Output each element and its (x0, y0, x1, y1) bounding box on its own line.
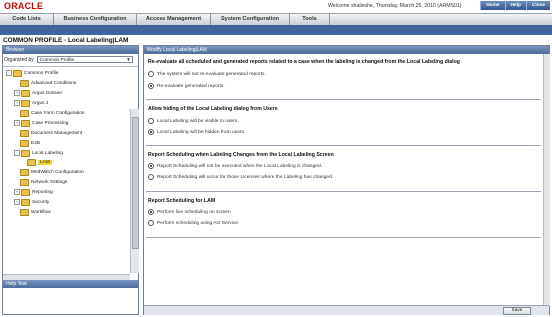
option-reevaluate[interactable]: Re-evaluate generated reports. (148, 83, 225, 89)
folder-icon (20, 168, 29, 176)
folder-icon (20, 178, 29, 186)
expand-icon[interactable]: + (14, 199, 20, 205)
top-header: ORACLE Welcome shaileshe, Thursday, Marc… (0, 0, 552, 12)
organized-by-value: Common Profile (39, 58, 75, 63)
section-divider (146, 145, 541, 146)
menu-tools[interactable]: Tools (290, 14, 330, 25)
section-title-report-scheduling-lam: Report Scheduling for LAM (148, 198, 216, 204)
sub-menu-bar (0, 25, 552, 35)
expand-icon[interactable]: + (14, 100, 20, 106)
tree-node-common-profile[interactable]: - Common Profile (6, 69, 58, 77)
modify-panel: Modify Local Labeling|LAM Re-evaluate al… (143, 45, 550, 315)
tree-vertical-scrollbar[interactable] (130, 109, 139, 273)
tree-node-case-processing[interactable]: + Case Processing (14, 119, 68, 127)
folder-icon (20, 109, 29, 117)
scrollbar-thumb[interactable] (132, 117, 139, 249)
tree-node-argus-dossier[interactable]: + Argus Dossier (14, 89, 62, 97)
radio-button[interactable] (148, 174, 154, 180)
tree-node-case-form-configuration[interactable]: Case Form Configuration (14, 109, 85, 117)
menu-code-lists[interactable]: Code Lists (0, 14, 54, 25)
tree-node-reporting[interactable]: + Reporting (14, 188, 53, 196)
help-link[interactable]: Help (504, 1, 526, 10)
folder-icon (21, 89, 30, 97)
section-title-reevaluate: Re-evaluate all scheduled and generated … (148, 59, 460, 65)
browser-tree: - Common Profile Advanced Conditions + A… (3, 66, 138, 279)
top-links: Home Help Close (480, 1, 550, 10)
expand-icon[interactable]: + (14, 90, 20, 96)
save-button[interactable]: Save (503, 307, 531, 315)
section-title-hiding: Allow hiding of the Local Labeling dialo… (148, 106, 278, 112)
option-visible[interactable]: Local Labeling will be visible to users. (148, 118, 239, 124)
radio-button[interactable] (148, 71, 154, 77)
folder-open-icon (13, 69, 22, 77)
menu-system-configuration[interactable]: System Configuration (211, 14, 290, 25)
tree-node-advanced-conditions[interactable]: Advanced Conditions (14, 79, 76, 87)
folder-icon (20, 79, 29, 87)
option-hidden[interactable]: Local Labeling will be hidden from users… (148, 129, 245, 135)
browser-panel-header: Browser (3, 46, 138, 54)
home-link[interactable]: Home (480, 1, 505, 10)
expand-icon[interactable]: + (14, 120, 20, 126)
tree-node-workflow[interactable]: Workflow (14, 208, 51, 216)
folder-icon (27, 158, 36, 166)
form-footer: Save (144, 305, 549, 315)
section-divider (146, 99, 541, 100)
folder-icon (20, 129, 29, 137)
folder-icon (20, 208, 29, 216)
menu-access-management[interactable]: Access Management (137, 14, 211, 25)
option-no-reevaluate[interactable]: The system will not re-evaluate generate… (148, 71, 266, 77)
modify-panel-header: Modify Local Labeling|LAM (144, 46, 549, 54)
chevron-down-icon: ▼ (126, 57, 131, 62)
close-link[interactable]: Close (525, 1, 550, 10)
expand-icon[interactable]: + (14, 189, 20, 195)
folder-icon (20, 139, 29, 147)
menu-business-configuration[interactable]: Business Configuration (54, 14, 137, 25)
section-divider (146, 237, 541, 238)
organized-by-row: Organized by Common Profile ▼ (4, 55, 137, 64)
tree-node-argus-j[interactable]: + Argus J (14, 99, 48, 107)
help-text-header: Help Text (3, 280, 138, 288)
radio-button-selected[interactable] (148, 129, 154, 135)
form-vertical-scrollbar[interactable] (543, 54, 550, 306)
organized-by-label: Organized by (4, 56, 34, 63)
welcome-text: Welcome shaileshe, Thursday, March 25, 2… (328, 3, 462, 9)
tree-node-medwatch-configuration[interactable]: MedWatch Configuration (14, 168, 84, 176)
tree-node-local-labeling[interactable]: - Local Labeling (14, 149, 63, 157)
collapse-icon[interactable]: - (14, 150, 20, 156)
tree-node-network-settings[interactable]: Network Settings (14, 178, 67, 186)
folder-icon (21, 99, 30, 107)
organized-by-select[interactable]: Common Profile ▼ (36, 56, 133, 63)
radio-button-selected[interactable] (148, 209, 154, 215)
folder-icon (21, 188, 30, 196)
tree-node-lam[interactable]: LAM (27, 158, 52, 166)
option-live-scheduling[interactable]: Perform live scheduling on screen (148, 209, 231, 215)
page-title: COMMON PROFILE - Local Labeling|LAM (3, 37, 129, 44)
radio-button[interactable] (148, 220, 154, 226)
radio-button-selected[interactable] (148, 163, 154, 169)
collapse-icon[interactable]: - (6, 70, 12, 76)
tree-node-document-management[interactable]: Document Management (14, 129, 82, 137)
folder-icon (21, 198, 30, 206)
radio-button-selected[interactable] (148, 83, 154, 89)
oracle-logo: ORACLE (4, 1, 44, 11)
folder-open-icon (21, 149, 30, 157)
browser-panel: Browser Organized by Common Profile ▼ - … (2, 45, 139, 315)
radio-button[interactable] (148, 118, 154, 124)
folder-icon (21, 119, 30, 127)
tree-node-e2b[interactable]: E2B (14, 139, 40, 147)
option-scheduling-changed[interactable]: Report Scheduling will occur for those L… (148, 174, 333, 180)
option-no-scheduling[interactable]: Report Scheduling will not be executed w… (148, 163, 322, 169)
tree-node-security[interactable]: + Security (14, 198, 49, 206)
option-ag-service[interactable]: Perform scheduling using AG Service (148, 220, 238, 226)
section-divider (146, 191, 541, 192)
section-title-report-scheduling-changes: Report Scheduling when Labeling Changes … (148, 152, 334, 158)
